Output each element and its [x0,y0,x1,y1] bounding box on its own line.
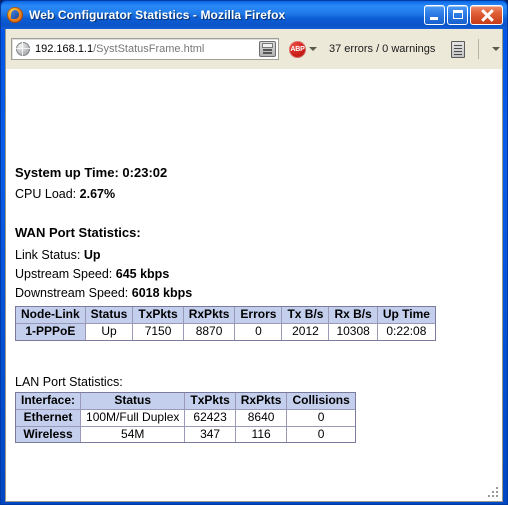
table-row: Ethernet 100M/Full Duplex 62423 8640 0 [16,409,355,427]
column-header: Tx B/s [282,307,330,324]
column-header: Up Time [377,307,435,324]
column-header: RxPkts [235,393,288,410]
title-bar[interactable]: Web Configurator Statistics - Mozilla Fi… [1,1,507,29]
column-header: RxPkts [183,307,236,324]
table-cell: 8640 [235,409,288,427]
downstream-speed-label: Downstream Speed: [15,286,129,300]
table-cell: 0 [235,323,283,340]
column-header: Node-Link [16,307,86,324]
downstream-speed-row: Downstream Speed: 6018 kbps [15,287,192,300]
navigation-toolbar: 192.168.1.1/SystStatusFrame.html ABP 37 … [5,29,503,69]
column-header: Rx B/s [329,307,378,324]
lan-statistics-table: Interface: Status TxPkts RxPkts Collisions Et… [15,392,356,444]
resize-grip[interactable] [488,487,500,499]
table-header-row: Interface: Status TxPkts RxPkts Collisions [16,393,355,410]
column-header: TxPkts [185,393,236,410]
globe-icon [16,42,30,56]
minimize-icon [430,17,438,20]
wan-statistics-table: Node-Link Status TxPkts RxPkts Errors Tx B/s R… [15,306,436,341]
minimize-button[interactable] [424,5,445,25]
url-path: /SystStatusFrame.html [93,43,205,55]
error-status-text[interactable]: 37 errors / 0 warnings [329,43,435,55]
address-bar[interactable]: 192.168.1.1/SystStatusFrame.html [11,38,279,60]
column-header: Status [85,307,134,324]
cpu-load-row: CPU Load: 2.67% [15,188,115,201]
table-cell: 0 [317,426,325,441]
url-host: 192.168.1.1 [35,43,94,55]
table-cell: 10308 [329,323,378,340]
wan-section-heading: WAN Port Statistics: [15,225,141,240]
downstream-speed-value: 6018 kbps [131,286,193,300]
upstream-speed-value: 645 kbps [115,267,170,281]
chevron-down-icon [309,47,317,51]
link-status-row: Link Status: Up [15,249,100,262]
firefox-icon [7,7,23,23]
cpu-load-label: CPU Load: [15,187,77,201]
table-cell: 54M [81,426,186,443]
browser-window: Web Configurator Statistics - Mozilla Fi… [0,0,508,505]
link-status-value: Up [83,248,101,262]
toolbar-divider [478,39,480,59]
table-cell: 62423 [185,409,236,427]
caption-buttons [424,5,504,25]
cpu-load-value: 2.67% [79,187,116,201]
upstream-speed-row: Upstream Speed: 645 kbps [15,268,169,281]
lan-statistics-table-container: Interface: Status TxPkts RxPkts Collisions Et… [15,392,356,444]
system-up-time-label: System up Time: [15,165,119,180]
table-cell: 7150 [133,323,184,340]
close-button[interactable] [470,5,503,25]
table-row: Wireless 54M 347 116 0 [16,426,355,443]
system-up-time-row: System up Time: 0:23:02 [15,166,167,179]
adblock-plus-button[interactable]: ABP [289,40,317,58]
server-icon[interactable] [259,41,276,57]
column-header: Interface: [16,393,82,410]
table-cell: 347 [185,426,236,443]
adblock-plus-icon: ABP [289,40,306,58]
error-console-icon[interactable] [451,40,466,58]
table-cell: 2012 [282,323,330,340]
table-cell: 0 [287,410,355,427]
column-header: Status [81,393,186,410]
table-cell: Up [86,323,134,340]
table-cell: 100M/Full Duplex [81,409,186,427]
address-bar-text: 192.168.1.1/SystStatusFrame.html [35,43,204,55]
upstream-speed-label: Upstream Speed: [15,267,113,281]
system-up-time-value: 0:23:02 [122,165,168,180]
window-title: Web Configurator Statistics - Mozilla Fi… [29,8,286,22]
table-cell: Wireless [16,426,82,443]
link-status-label: Link Status: [15,248,81,262]
wan-statistics-table-container: Node-Link Status TxPkts RxPkts Errors Tx B/s R… [15,306,436,341]
column-header: Collisions [287,393,355,410]
maximize-icon [453,10,463,19]
table-cell: 8870 [184,323,236,340]
column-header: TxPkts [133,307,184,324]
toolbar-overflow-chevron-down-icon[interactable] [492,47,501,51]
page-content: System up Time: 0:23:02 CPU Load: 2.67% … [5,69,503,502]
table-cell: 0:22:08 [386,323,427,338]
maximize-button[interactable] [447,5,468,25]
table-cell: Ethernet [16,409,82,427]
table-header-row: Node-Link Status TxPkts RxPkts Errors Tx B/s R… [16,307,435,324]
lan-section-heading: LAN Port Statistics: [15,375,123,389]
column-header: Errors [235,307,283,324]
table-cell: 1-PPPoE [16,323,86,340]
table-row: 1-PPPoE Up 7150 8870 0 2012 10308 0:22:08 [16,323,435,340]
table-cell: 116 [236,426,288,443]
